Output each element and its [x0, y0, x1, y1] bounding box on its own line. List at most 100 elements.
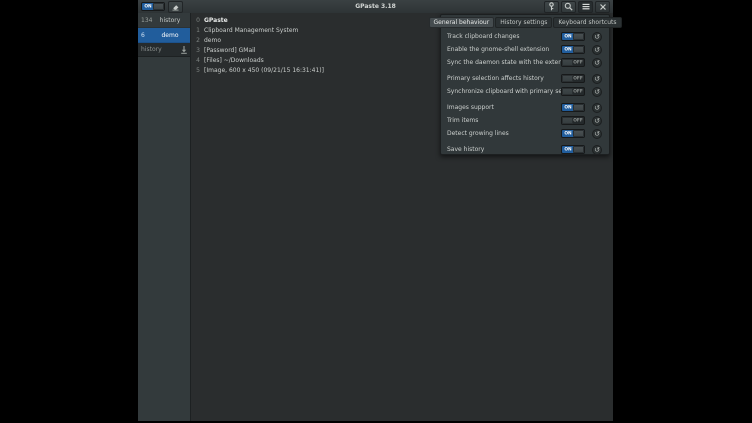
setting-label: Enable the gnome-shell extension: [447, 46, 561, 53]
switch-state-label: ON: [564, 131, 573, 136]
header-left-controls: ON: [141, 1, 183, 12]
settings-tab-label: Keyboard shortcuts: [558, 19, 616, 26]
clipboard-item-text: demo: [204, 37, 221, 44]
clipboard-item-index: 4: [191, 57, 200, 64]
history-item-count: 6: [138, 32, 154, 39]
reset-setting-button[interactable]: ↺: [592, 58, 602, 68]
settings-tab-label: General behaviour: [434, 19, 490, 26]
settings-rows: Track clipboard changes ON ↺ Enable the …: [441, 30, 609, 156]
clipboard-item-text: [Image, 600 x 450 (09/21/15 16:31:41)]: [204, 67, 324, 74]
reset-setting-button[interactable]: ↺: [592, 145, 602, 155]
setting-switch[interactable]: OFF: [561, 58, 585, 67]
setting-row: Trim items OFF ↺: [441, 114, 609, 127]
switch-state-label: OFF: [574, 89, 583, 94]
settings-panel: General behaviour History settings Keybo…: [440, 14, 610, 155]
switch-state-label: ON: [144, 4, 153, 9]
switch-handle: [153, 3, 164, 10]
setting-label: Images support: [447, 104, 561, 111]
add-history-icon[interactable]: [178, 45, 190, 54]
switch-state-label: ON: [564, 147, 573, 152]
switch-handle: [562, 117, 573, 124]
settings-tab-label: History settings: [500, 19, 547, 26]
reset-setting-button[interactable]: ↺: [592, 32, 602, 42]
clipboard-item-index: 2: [191, 37, 200, 44]
setting-row: Save history ON ↺: [441, 143, 609, 156]
header-right-controls: [544, 1, 610, 12]
setting-label: Synchronize clipboard with primary selec…: [447, 88, 561, 95]
setting-switch[interactable]: ON: [561, 145, 585, 154]
switch-handle: [562, 75, 573, 82]
clipboard-item-index: 5: [191, 67, 200, 74]
switch-handle: [573, 130, 584, 137]
switch-state-label: OFF: [574, 76, 583, 81]
setting-row: Synchronize clipboard with primary selec…: [441, 85, 609, 98]
clipboard-item-index: 1: [191, 27, 200, 34]
settings-tab[interactable]: General behaviour: [429, 17, 495, 28]
clipboard-item-index: 0: [191, 17, 200, 24]
setting-switch[interactable]: ON: [561, 129, 585, 138]
setting-row: Track clipboard changes ON ↺: [441, 30, 609, 43]
key-icon: [547, 2, 556, 11]
settings-menu-button[interactable]: [578, 1, 593, 13]
reset-icon: ↺: [594, 117, 600, 125]
clipboard-item-text: [Files] ~/Downloads: [204, 57, 264, 64]
reset-setting-button[interactable]: ↺: [592, 129, 602, 139]
setting-row: Primary selection affects history OFF ↺: [441, 72, 609, 85]
reset-icon: ↺: [594, 130, 600, 138]
clipboard-item-text: [Password] GMail: [204, 47, 255, 54]
setting-label: Detect growing lines: [447, 130, 561, 137]
histories-sidebar: 134 history 6 demo: [138, 13, 191, 421]
clear-history-button[interactable]: [168, 1, 183, 13]
setting-switch[interactable]: OFF: [561, 116, 585, 125]
reset-icon: ↺: [594, 46, 600, 54]
reset-setting-button[interactable]: ↺: [592, 87, 602, 97]
switch-handle: [573, 104, 584, 111]
settings-tab[interactable]: Keyboard shortcuts: [553, 17, 621, 28]
reset-icon: ↺: [594, 88, 600, 96]
track-changes-switch[interactable]: ON: [141, 2, 165, 11]
setting-row: Detect growing lines ON ↺: [441, 127, 609, 140]
settings-tabs: General behaviour History settings Keybo…: [441, 17, 609, 28]
desktop: { "window": { "title": "GPaste 3.18" }, …: [0, 0, 752, 423]
reset-setting-button[interactable]: ↺: [592, 103, 602, 113]
setting-switch[interactable]: OFF: [561, 74, 585, 83]
switch-state-label: ON: [564, 47, 573, 52]
password-button[interactable]: [544, 1, 559, 13]
switch-handle: [562, 88, 573, 95]
switch-handle: [573, 46, 584, 53]
main-area: 0 GPaste 1 Clipboard Management System 2…: [191, 13, 613, 421]
setting-switch[interactable]: ON: [561, 45, 585, 54]
eraser-icon: [171, 2, 180, 11]
reset-icon: ↺: [594, 146, 600, 154]
switch-handle: [562, 59, 573, 66]
reset-setting-button[interactable]: ↺: [592, 74, 602, 84]
close-button[interactable]: [595, 1, 610, 13]
search-icon: [564, 2, 573, 11]
history-list-entry[interactable]: 134 history: [138, 13, 190, 28]
history-list-entry[interactable]: 6 demo: [138, 28, 190, 43]
setting-label: Sync the daemon state with the extension…: [447, 59, 561, 66]
history-item-count: 134: [138, 17, 154, 24]
setting-label: Track clipboard changes: [447, 33, 561, 40]
switch-state-label: ON: [564, 34, 573, 39]
reset-setting-button[interactable]: ↺: [592, 116, 602, 126]
setting-row: Enable the gnome-shell extension ON ↺: [441, 43, 609, 56]
setting-switch[interactable]: ON: [561, 32, 585, 41]
new-history-input[interactable]: [138, 46, 178, 53]
new-history-entry: [138, 43, 190, 57]
setting-row: Images support ON ↺: [441, 101, 609, 114]
setting-row: Sync the daemon state with the extension…: [441, 56, 609, 69]
history-item-label: history: [154, 17, 190, 24]
switch-state-label: OFF: [574, 118, 583, 123]
settings-tab[interactable]: History settings: [495, 17, 552, 28]
menu-icon: [582, 2, 590, 11]
setting-label: Primary selection affects history: [447, 75, 561, 82]
close-icon: [599, 3, 607, 11]
setting-switch[interactable]: ON: [561, 103, 585, 112]
reset-icon: ↺: [594, 33, 600, 41]
search-button[interactable]: [561, 1, 576, 13]
switch-handle: [573, 146, 584, 153]
setting-switch[interactable]: OFF: [561, 87, 585, 96]
reset-icon: ↺: [594, 104, 600, 112]
reset-setting-button[interactable]: ↺: [592, 45, 602, 55]
